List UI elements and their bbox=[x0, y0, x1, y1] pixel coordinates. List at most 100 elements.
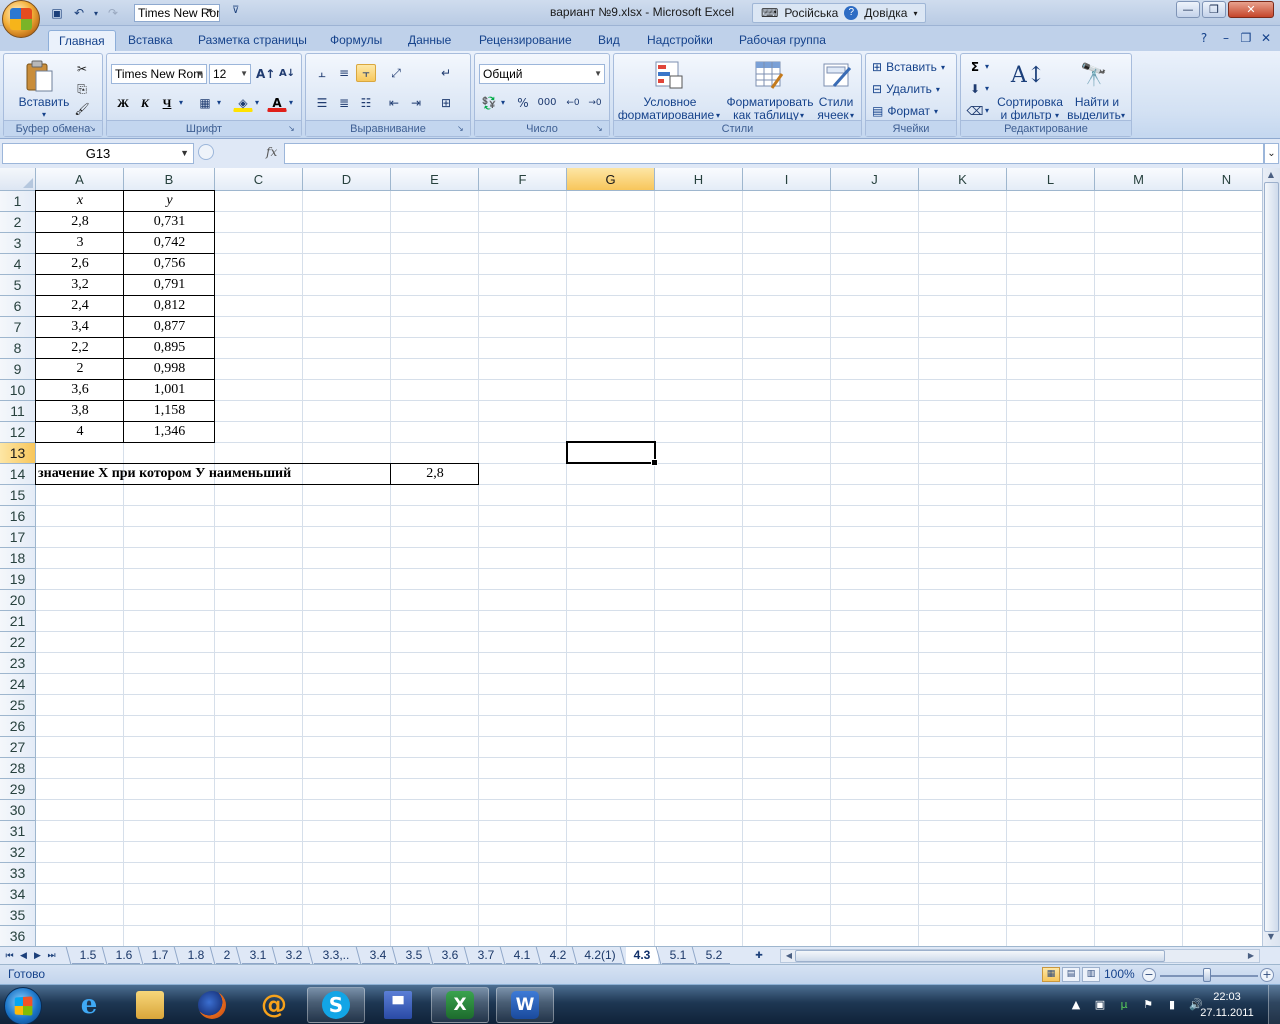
cell-b1-header-y[interactable]: y bbox=[124, 190, 215, 211]
zoom-out-icon[interactable]: − bbox=[1142, 968, 1156, 982]
sort-filter-icon[interactable]: A↕ bbox=[1011, 58, 1045, 92]
office-button[interactable] bbox=[2, 0, 40, 38]
active-cell-selection[interactable] bbox=[566, 441, 658, 466]
row-header-17[interactable]: 17 bbox=[0, 527, 36, 548]
row-header-36[interactable]: 36 bbox=[0, 926, 36, 946]
tab-view[interactable]: Вид bbox=[588, 30, 630, 51]
start-button[interactable] bbox=[4, 987, 42, 1024]
font-name-dropdown-icon[interactable]: ▼ bbox=[196, 65, 204, 83]
show-desktop-button[interactable] bbox=[1268, 985, 1280, 1024]
name-box-dropdown-icon[interactable]: ▼ bbox=[180, 144, 189, 163]
row-header-27[interactable]: 27 bbox=[0, 737, 36, 758]
select-all-button[interactable] bbox=[0, 168, 36, 191]
insert-cells-button[interactable]: ⊞ Вставить ▾ bbox=[872, 58, 945, 76]
number-format-dropdown-icon[interactable]: ▼ bbox=[594, 65, 602, 83]
format-painter-icon[interactable]: 🖌 bbox=[72, 100, 92, 118]
tab-formulas[interactable]: Формулы bbox=[320, 30, 392, 51]
insert-sheet-icon[interactable]: ✚ bbox=[752, 949, 766, 963]
column-header-l[interactable]: L bbox=[1007, 168, 1095, 191]
taskbar-save[interactable]: ▀ bbox=[369, 987, 427, 1023]
row-header-16[interactable]: 16 bbox=[0, 506, 36, 527]
scroll-right-icon[interactable]: ▶ bbox=[1243, 949, 1259, 963]
sheet-tab-1-8[interactable]: 1.8 bbox=[180, 947, 212, 964]
column-header-k[interactable]: K bbox=[919, 168, 1007, 191]
font-color-icon[interactable]: A bbox=[267, 94, 287, 112]
autosum-dropdown-icon[interactable]: ▾ bbox=[985, 62, 989, 71]
row-header-7[interactable]: 7 bbox=[0, 317, 36, 338]
sheet-tab-1-7[interactable]: 1.7 bbox=[144, 947, 176, 964]
horizontal-scroll-thumb[interactable] bbox=[795, 950, 1165, 962]
font-size-combo[interactable]: 12 ▼ bbox=[209, 64, 251, 84]
cell-x-value[interactable]: 2,6 bbox=[36, 253, 124, 274]
column-header-c[interactable]: C bbox=[215, 168, 303, 191]
taskbar-explorer[interactable] bbox=[121, 987, 179, 1023]
row-header-20[interactable]: 20 bbox=[0, 590, 36, 611]
sheet-tab-5-1[interactable]: 5.1 bbox=[662, 947, 694, 964]
cell-y-value[interactable]: 0,812 bbox=[124, 295, 215, 316]
row-header-31[interactable]: 31 bbox=[0, 821, 36, 842]
taskbar-ie[interactable]: e bbox=[60, 987, 118, 1023]
format-as-table-dropdown-icon[interactable]: ▾ bbox=[800, 111, 804, 120]
sheet-tab-3-4[interactable]: 3.4 bbox=[362, 947, 394, 964]
taskbar-excel[interactable]: X bbox=[431, 987, 489, 1023]
cell-y-value[interactable]: 0,756 bbox=[124, 253, 215, 274]
sheet-tab-4-2-1-[interactable]: 4.2(1) bbox=[578, 947, 622, 964]
row-header-19[interactable]: 19 bbox=[0, 569, 36, 590]
merge-center-icon[interactable]: ⊞ bbox=[436, 94, 456, 112]
ribbon-restore-icon[interactable]: ❐ bbox=[1238, 30, 1254, 46]
clock[interactable]: 22:03 27.11.2011 bbox=[1190, 989, 1264, 1021]
conditional-formatting-icon[interactable] bbox=[652, 58, 686, 92]
next-sheet-icon[interactable]: ▶ bbox=[32, 949, 43, 963]
row-header-24[interactable]: 24 bbox=[0, 674, 36, 695]
decrease-indent-icon[interactable]: ⇤ bbox=[384, 94, 404, 112]
tab-home[interactable]: Главная bbox=[48, 30, 116, 51]
taskbar-firefox[interactable] bbox=[183, 987, 241, 1023]
sheet-tab-3-6[interactable]: 3.6 bbox=[434, 947, 466, 964]
cell-x-value[interactable]: 3,2 bbox=[36, 274, 124, 295]
column-header-d[interactable]: D bbox=[303, 168, 391, 191]
zoom-in-icon[interactable]: + bbox=[1260, 968, 1274, 982]
cell-e14-result-value[interactable]: 2,8 bbox=[391, 463, 479, 484]
cell-styles-dropdown-icon[interactable]: ▾ bbox=[850, 111, 854, 120]
sheet-tab-1-5[interactable]: 1.5 bbox=[72, 947, 104, 964]
column-header-h[interactable]: H bbox=[655, 168, 743, 191]
action-center-flag-icon[interactable]: ⚑ bbox=[1140, 997, 1156, 1013]
cell-x-value[interactable]: 2,2 bbox=[36, 337, 124, 358]
expand-formula-circle-icon[interactable] bbox=[198, 144, 214, 160]
cell-x-value[interactable]: 3,8 bbox=[36, 400, 124, 421]
align-middle-icon[interactable]: ≡ bbox=[334, 64, 354, 82]
sheet-tab-1-6[interactable]: 1.6 bbox=[108, 947, 140, 964]
cell-x-value[interactable]: 4 bbox=[36, 421, 124, 442]
cell-x-value[interactable]: 3 bbox=[36, 232, 124, 253]
quick-font-dropdown-icon[interactable]: ▾ bbox=[208, 6, 212, 15]
cell-y-value[interactable]: 0,877 bbox=[124, 316, 215, 337]
restore-button[interactable]: ❐ bbox=[1202, 1, 1226, 18]
ribbon-close-icon[interactable]: ✕ bbox=[1258, 30, 1274, 46]
row-header-18[interactable]: 18 bbox=[0, 548, 36, 569]
column-header-j[interactable]: J bbox=[831, 168, 919, 191]
row-header-25[interactable]: 25 bbox=[0, 695, 36, 716]
minimize-button[interactable]: — bbox=[1176, 1, 1200, 18]
row-header-34[interactable]: 34 bbox=[0, 884, 36, 905]
row-header-4[interactable]: 4 bbox=[0, 254, 36, 275]
column-header-e[interactable]: E bbox=[391, 168, 479, 191]
cell-x-value[interactable]: 3,4 bbox=[36, 316, 124, 337]
copy-icon[interactable]: ⎘ bbox=[72, 80, 92, 98]
insert-function-button[interactable]: fx bbox=[266, 145, 277, 159]
cell-y-value[interactable]: 1,346 bbox=[124, 421, 215, 442]
undo-dropdown-icon[interactable]: ▾ bbox=[92, 4, 100, 22]
redo-icon[interactable]: ↷ bbox=[104, 4, 122, 22]
tab-data[interactable]: Данные bbox=[398, 30, 461, 51]
language-indicator[interactable]: ⌨ Російська ? Довідка ▾ bbox=[752, 3, 927, 23]
font-launcher-icon[interactable]: ↘ bbox=[288, 124, 298, 134]
tab-page-layout[interactable]: Разметка страницы bbox=[188, 30, 317, 51]
taskbar-mail-agent[interactable]: @ bbox=[245, 987, 303, 1023]
increase-decimal-icon[interactable]: ←0 bbox=[563, 94, 583, 112]
delete-cells-button[interactable]: ⊟ Удалить ▾ bbox=[872, 80, 940, 98]
decrease-decimal-icon[interactable]: →0 bbox=[585, 94, 605, 112]
cell-y-value[interactable]: 0,731 bbox=[124, 211, 215, 232]
row-header-1[interactable]: 1 bbox=[0, 191, 36, 212]
row-header-9[interactable]: 9 bbox=[0, 359, 36, 380]
utorrent-icon[interactable]: µ bbox=[1116, 997, 1132, 1013]
number-format-combo[interactable]: Общий ▼ bbox=[479, 64, 605, 84]
